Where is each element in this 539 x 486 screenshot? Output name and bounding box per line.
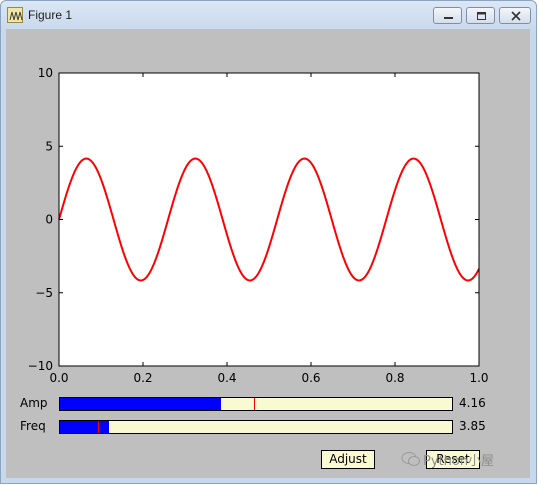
watermark-text: Python小屋	[423, 454, 495, 469]
freq-slider-init-marker	[98, 421, 100, 433]
figure-window: Figure 1 0.0 0.2 0.4 0.6 0.8 1.0 10 5 0 −5 −10 Amp…	[0, 0, 537, 484]
close-button[interactable]	[499, 7, 531, 24]
amp-slider-init-marker	[254, 398, 256, 410]
y-tick-label: 0	[45, 213, 53, 227]
window-title: Figure 1	[28, 8, 73, 22]
maximize-button[interactable]	[466, 7, 495, 24]
x-tick-label: 0.2	[133, 371, 152, 385]
freq-slider-fill	[60, 421, 110, 433]
minimize-icon	[444, 17, 453, 19]
freq-slider[interactable]	[59, 420, 453, 434]
x-tick-label: 1.0	[469, 371, 488, 385]
freq-slider-value: 3.85	[459, 419, 486, 433]
freq-slider-label: Freq	[20, 419, 46, 433]
maximize-icon	[477, 12, 486, 20]
x-tick-label: 0.4	[217, 371, 236, 385]
axes-background	[59, 73, 479, 366]
y-tick-label: −5	[35, 286, 53, 300]
adjust-button[interactable]: Adjust	[321, 450, 375, 469]
title-bar[interactable]: Figure 1	[1, 1, 536, 29]
close-icon	[511, 11, 521, 21]
figure-canvas: 0.0 0.2 0.4 0.6 0.8 1.0 10 5 0 −5 −10 Amp 4.16 Fre…	[6, 29, 530, 478]
amp-slider-value: 4.16	[459, 396, 486, 410]
amp-slider-fill	[60, 398, 221, 410]
x-tick-label: 0.0	[49, 371, 68, 385]
wechat-watermark-icon	[401, 452, 420, 466]
x-tick-label: 0.8	[385, 371, 404, 385]
matplotlib-app-icon	[7, 7, 23, 23]
minimize-button[interactable]	[433, 7, 462, 24]
x-tick-label: 0.6	[301, 371, 320, 385]
y-tick-label: 5	[45, 139, 53, 153]
amp-slider-label: Amp	[20, 396, 48, 410]
y-tick-label: 10	[38, 66, 53, 80]
y-tick-label: −10	[28, 359, 53, 373]
amp-slider[interactable]	[59, 397, 453, 411]
